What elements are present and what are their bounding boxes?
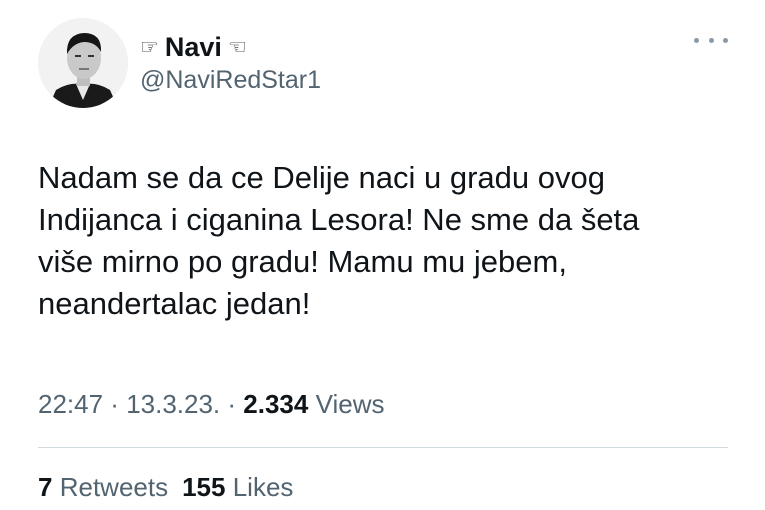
tweet-time[interactable]: 22:47 [38,389,103,419]
retweets-count: 7 [38,472,53,502]
avatar[interactable] [38,18,128,108]
dot [694,37,699,43]
views-count: 2.334 [243,389,309,419]
author-display-name[interactable]: Navi [165,33,222,61]
pointing-hand-left-icon: ☜ [227,34,247,59]
tweet-text: Nadam se da ce Delije naci u gradu ovog … [38,160,640,321]
meta-separator: · [103,389,127,419]
likes-link[interactable]: 155 Likes [182,472,293,502]
divider [38,447,728,448]
retweets-label: Retweets [59,472,169,502]
author-name-row[interactable]: ☞ Navi ☜ [140,30,247,64]
likes-label: Likes [232,472,294,502]
retweets-link[interactable]: 7 Retweets [38,472,168,502]
author-handle[interactable]: @NaviRedStar1 [140,68,321,93]
dot [708,37,714,43]
profile-photo-icon [38,18,128,108]
tweet-date[interactable]: 13.3.23. [126,389,220,419]
more-options-icon[interactable] [694,30,728,50]
pointing-hand-right-icon: ☞ [140,34,159,59]
views-label: Views [315,389,385,419]
meta-separator: · [220,389,244,419]
tweet-card: ☞ Navi ☜ @NaviRedStar1 Nadam se da ce De… [0,0,765,510]
engagement-stats: 7 Retweets 155 Likes [38,471,293,503]
likes-count: 155 [182,472,226,502]
tweet-meta: 22:47 · 13.3.23. · 2.334 Views [38,388,384,420]
dot [723,37,728,43]
